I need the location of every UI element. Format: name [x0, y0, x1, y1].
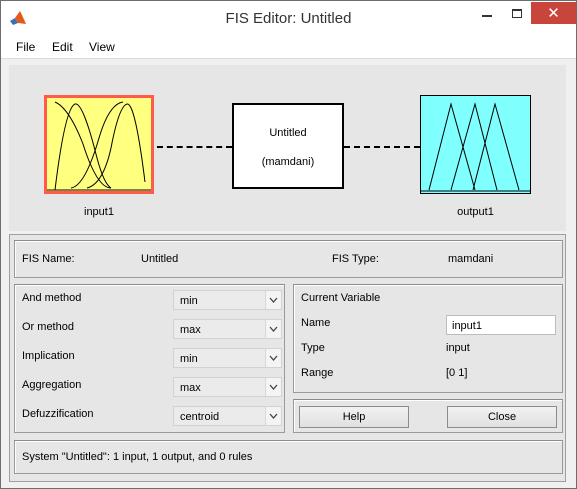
rule-system-name: Untitled — [269, 127, 307, 139]
fis-name-label: FIS Name: — [22, 253, 75, 265]
minimize-icon[interactable] — [473, 2, 501, 24]
rule-system-type: (mamdani) — [261, 156, 315, 168]
variable-name-label: Name — [301, 317, 331, 329]
fis-info-panel: FIS Name: Untitled FIS Type: mamdani — [14, 240, 563, 278]
status-text: System "Untitled": 1 input, 1 output, an… — [22, 451, 253, 463]
help-button[interactable]: Help — [299, 406, 409, 428]
input-variable-box[interactable] — [44, 95, 154, 194]
current-variable-panel: Current Variable Name input1 Type input … — [293, 284, 563, 393]
output-label: output1 — [457, 206, 494, 218]
rule-system-box[interactable]: Untitled (mamdani) — [232, 103, 344, 189]
variable-type-value: input — [446, 342, 470, 354]
maximize-icon[interactable] — [503, 2, 531, 24]
aggregation-label: Aggregation — [22, 379, 82, 391]
status-panel: System "Untitled": 1 input, 1 output, an… — [14, 440, 563, 474]
variable-type-label: Type — [301, 342, 325, 354]
chevron-down-icon — [265, 378, 281, 396]
fis-type-value: mamdani — [448, 253, 494, 265]
fis-diagram: input1 Untitled (mamdani) output1 — [9, 65, 566, 231]
defuzzification-select[interactable]: centroid — [173, 406, 282, 426]
variable-range-label: Range — [301, 367, 334, 379]
input-membership-plot — [47, 101, 151, 191]
variable-name-input[interactable]: input1 — [446, 315, 556, 335]
fis-editor-window: FIS Editor: Untitled ✕ File Edit View in… — [0, 0, 577, 489]
menu-file[interactable]: File — [16, 40, 35, 54]
buttons-panel: Help Close — [293, 399, 563, 433]
and-method-label: And method — [22, 292, 82, 304]
close-button[interactable]: Close — [447, 406, 557, 428]
fis-type-label: FIS Type: — [332, 253, 379, 265]
chevron-down-icon — [265, 291, 281, 309]
aggregation-select[interactable]: max — [173, 377, 282, 397]
variable-range-value: [0 1] — [446, 367, 468, 379]
close-icon[interactable]: ✕ — [531, 2, 576, 24]
menu-bar: File Edit View — [1, 35, 576, 59]
and-method-select[interactable]: min — [173, 290, 282, 310]
input-connector — [157, 146, 232, 148]
implication-label: Implication — [22, 350, 75, 362]
input-label: input1 — [84, 206, 114, 218]
output-connector — [344, 146, 420, 148]
chevron-down-icon — [265, 320, 281, 338]
chevron-down-icon — [265, 349, 281, 367]
menu-edit[interactable]: Edit — [52, 40, 73, 54]
current-variable-title: Current Variable — [301, 292, 381, 304]
or-method-select[interactable]: max — [173, 319, 282, 339]
chevron-down-icon — [265, 407, 281, 425]
defuzzification-label: Defuzzification — [22, 408, 94, 420]
methods-panel: And method min Or method max Implication… — [14, 284, 285, 433]
output-membership-plot — [421, 102, 530, 192]
menu-view[interactable]: View — [89, 40, 115, 54]
fis-name-value: Untitled — [141, 253, 179, 265]
output-variable-box[interactable] — [420, 95, 531, 194]
or-method-label: Or method — [22, 321, 74, 333]
title-bar: FIS Editor: Untitled ✕ — [1, 1, 576, 35]
implication-select[interactable]: min — [173, 348, 282, 368]
properties-group: FIS Name: Untitled FIS Type: mamdani And… — [9, 234, 566, 482]
